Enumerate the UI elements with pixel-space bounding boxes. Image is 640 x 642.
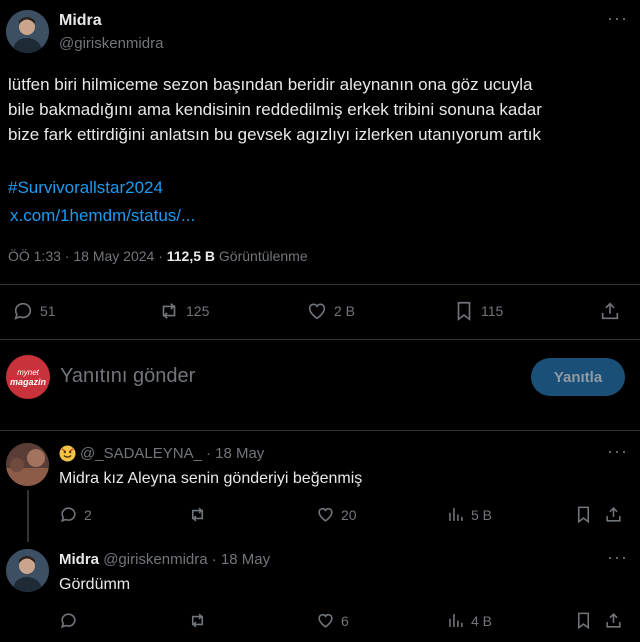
- more-options-icon[interactable]: ···: [607, 547, 628, 568]
- bookmark-button[interactable]: [574, 611, 593, 630]
- tweet-text: lütfen biri hilmiceme sezon başından ber…: [8, 72, 542, 147]
- reply-time[interactable]: · 18 May: [206, 445, 264, 462]
- repost-button[interactable]: 125: [158, 300, 209, 322]
- like-button[interactable]: 2 B: [306, 300, 355, 322]
- avatar-logo-text: magazin: [9, 376, 46, 387]
- reply-author-avatar[interactable]: [6, 549, 49, 592]
- share-icon: [606, 507, 621, 522]
- bookmark-count: 115: [481, 303, 504, 319]
- author-handle[interactable]: @giriskenmidra: [59, 35, 163, 52]
- bookmark-icon: [577, 612, 590, 630]
- share-icon: [606, 613, 621, 628]
- reply-button[interactable]: 2: [59, 505, 92, 524]
- repost-button[interactable]: [188, 505, 207, 524]
- like-button[interactable]: 6: [316, 611, 349, 630]
- reply-count: 2: [84, 506, 92, 523]
- tweet-meta: ÖÖ 1:33 · 18 May 2024 · 112,5 B Görüntül…: [8, 248, 308, 264]
- reply-icon: [60, 507, 76, 523]
- reply-author-handle[interactable]: @_SADALEYNA_: [80, 445, 202, 462]
- more-options-icon[interactable]: ···: [607, 8, 628, 29]
- heart-icon: [318, 613, 333, 628]
- reply-count: 51: [40, 303, 56, 319]
- hashtag-link[interactable]: #Survivorallstar2024: [8, 178, 163, 198]
- bookmark-icon: [577, 506, 590, 524]
- reply-icon: [14, 302, 32, 320]
- analytics-icon: [449, 614, 463, 627]
- bookmark-button[interactable]: [574, 505, 593, 524]
- reply-input[interactable]: Yanıtını gönder: [60, 365, 195, 388]
- reply-text: Midra kız Aleyna senin gönderiyi beğenmi…: [59, 470, 363, 487]
- repost-count: 125: [186, 303, 210, 319]
- like-count: 2 B: [334, 303, 356, 319]
- analytics-icon: [449, 508, 463, 521]
- views-count: 112,5 B: [166, 248, 216, 264]
- heart-icon: [318, 507, 333, 522]
- reply-header: @_SADALEYNA_ · 18 May: [59, 445, 264, 462]
- share-button[interactable]: [604, 611, 623, 630]
- repost-icon: [191, 613, 204, 628]
- share-icon: [601, 302, 619, 320]
- views-count: 5 B: [471, 506, 493, 523]
- author-avatar[interactable]: [6, 10, 49, 53]
- divider: [0, 430, 640, 431]
- views-label: Görüntülenme: [218, 248, 308, 264]
- avatar-logo-text: mynet: [17, 367, 39, 377]
- reply-author-handle[interactable]: @giriskenmidra: [103, 551, 207, 568]
- reply-button[interactable]: [59, 611, 78, 630]
- reply-author-avatar[interactable]: [6, 443, 49, 486]
- views-button[interactable]: 5 B: [446, 505, 492, 524]
- views-count: 4 B: [471, 612, 493, 629]
- bookmark-icon: [457, 301, 471, 321]
- like-count: 20: [341, 506, 357, 523]
- divider: [0, 284, 640, 285]
- reply-submit-button[interactable]: Yanıtla: [531, 358, 625, 396]
- views-button[interactable]: 4 B: [446, 611, 492, 630]
- heart-icon: [308, 303, 326, 320]
- more-options-icon[interactable]: ···: [607, 441, 628, 462]
- share-button[interactable]: [604, 505, 623, 524]
- reply-author-name[interactable]: Midra: [59, 551, 99, 568]
- repost-button[interactable]: [188, 611, 207, 630]
- repost-icon: [191, 507, 204, 522]
- tweet-text-line: bize fark ettirdiğini anlatsın bu gevsek…: [8, 125, 541, 144]
- like-count: 6: [341, 612, 349, 629]
- repost-icon: [162, 303, 176, 319]
- tweet-text-line: bile bakmadığını ama kendisinin reddedil…: [8, 100, 542, 119]
- bookmark-button[interactable]: 115: [453, 300, 503, 322]
- like-button[interactable]: 20: [316, 505, 357, 524]
- reply-icon: [60, 613, 76, 629]
- composer-avatar[interactable]: mynet magazin: [6, 355, 50, 399]
- tweet-text-line: lütfen biri hilmiceme sezon başından ber…: [8, 75, 533, 94]
- author-name[interactable]: Midra: [59, 12, 102, 30]
- reply-time[interactable]: · 18 May: [212, 551, 270, 568]
- reply-header: Midra @giriskenmidra · 18 May: [59, 551, 270, 568]
- tweet-time[interactable]: ÖÖ 1:33 · 18 May 2024 ·: [8, 248, 163, 264]
- thread-line: [27, 490, 29, 542]
- tweet-url-link[interactable]: x.com/1hemdm/status/...: [10, 206, 195, 226]
- share-button[interactable]: [599, 300, 621, 322]
- emoji-icon: [59, 445, 76, 462]
- divider: [0, 339, 640, 340]
- reply-button[interactable]: 51: [12, 300, 56, 322]
- reply-text: Gördümm: [59, 576, 131, 593]
